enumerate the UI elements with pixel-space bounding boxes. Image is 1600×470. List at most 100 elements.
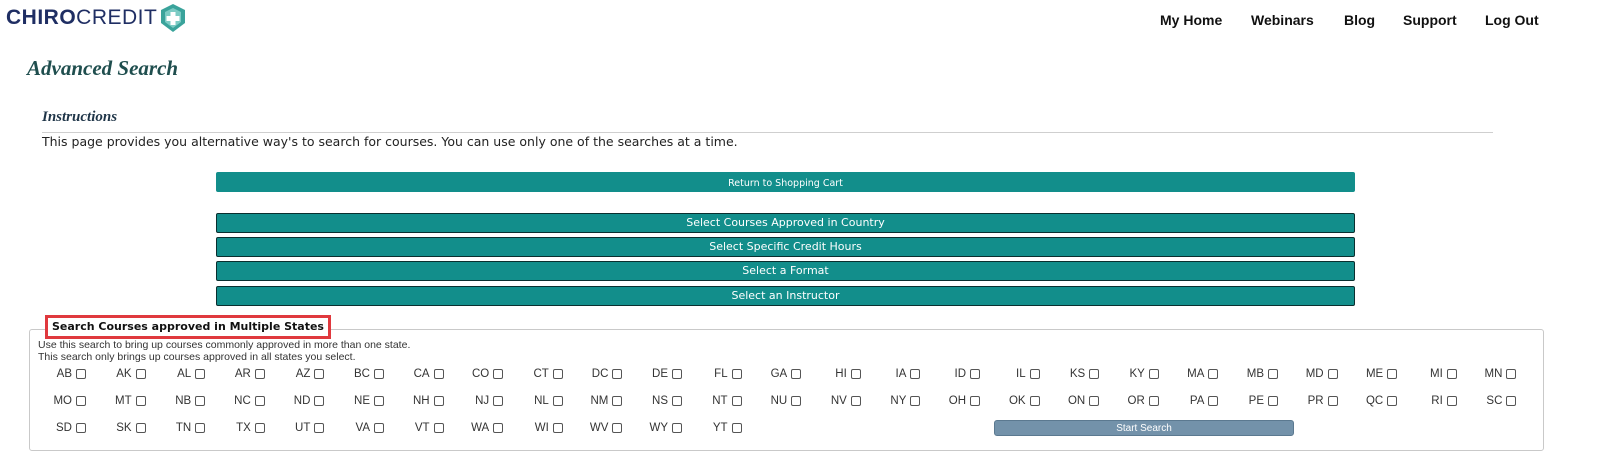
state-option-sk[interactable]: SK <box>96 421 146 435</box>
state-checkbox[interactable] <box>1029 369 1040 379</box>
state-option-nl[interactable]: NL <box>513 394 563 408</box>
state-option-ny[interactable]: NY <box>870 394 921 408</box>
state-checkbox[interactable] <box>552 396 563 406</box>
state-checkbox[interactable] <box>374 369 384 379</box>
state-option-me[interactable]: ME <box>1347 367 1398 381</box>
instructor-button[interactable]: Select an Instructor <box>216 286 1355 306</box>
state-option-ut[interactable]: UT <box>274 421 325 435</box>
state-checkbox[interactable] <box>731 423 742 433</box>
state-option-mb[interactable]: MB <box>1228 367 1278 381</box>
state-checkbox[interactable] <box>612 369 623 379</box>
state-option-id[interactable]: ID <box>930 367 980 381</box>
state-option-sd[interactable]: SD <box>36 421 86 435</box>
state-option-on[interactable]: ON <box>1049 394 1100 408</box>
state-checkbox[interactable] <box>195 369 206 379</box>
state-checkbox[interactable] <box>493 423 504 433</box>
state-option-or[interactable]: OR <box>1109 394 1159 408</box>
state-checkbox[interactable] <box>135 396 146 406</box>
state-checkbox[interactable] <box>1089 396 1100 406</box>
state-checkbox[interactable] <box>731 396 742 406</box>
state-option-mt[interactable]: MT <box>96 394 146 408</box>
state-option-oh[interactable]: OH <box>930 394 980 408</box>
state-option-nh[interactable]: NH <box>394 394 444 408</box>
state-option-hi[interactable]: HI <box>811 367 861 381</box>
country-approved-button[interactable]: Select Courses Approved in Country <box>216 213 1355 233</box>
state-option-co[interactable]: CO <box>453 367 504 381</box>
state-checkbox[interactable] <box>850 396 861 406</box>
state-checkbox[interactable] <box>791 396 802 406</box>
state-checkbox[interactable] <box>433 396 444 406</box>
state-option-ok[interactable]: OK <box>990 394 1040 408</box>
state-checkbox[interactable] <box>970 369 980 379</box>
state-option-ak[interactable]: AK <box>96 367 146 381</box>
state-checkbox[interactable] <box>76 396 86 406</box>
state-option-sc[interactable]: SC <box>1466 394 1517 408</box>
state-option-nc[interactable]: NC <box>215 394 265 408</box>
state-option-ab[interactable]: AB <box>36 367 86 381</box>
state-checkbox[interactable] <box>910 369 921 379</box>
state-checkbox[interactable] <box>1148 369 1159 379</box>
state-option-nm[interactable]: NM <box>572 394 623 408</box>
state-option-mo[interactable]: MO <box>36 394 86 408</box>
state-checkbox[interactable] <box>1506 369 1517 379</box>
state-option-az[interactable]: AZ <box>274 367 325 381</box>
credit-hours-button[interactable]: Select Specific Credit Hours <box>216 237 1355 257</box>
state-checkbox[interactable] <box>254 396 265 406</box>
nav-webinars[interactable]: Webinars <box>1251 12 1314 28</box>
state-checkbox[interactable] <box>672 396 682 406</box>
state-checkbox[interactable] <box>970 396 980 406</box>
state-option-fl[interactable]: FL <box>692 367 742 381</box>
state-option-wi[interactable]: WI <box>513 421 563 435</box>
state-checkbox[interactable] <box>135 369 146 379</box>
state-checkbox[interactable] <box>254 369 265 379</box>
nav-log-out[interactable]: Log Out <box>1485 12 1539 28</box>
state-checkbox[interactable] <box>1506 396 1517 406</box>
state-option-ar[interactable]: AR <box>215 367 265 381</box>
state-option-nt[interactable]: NT <box>692 394 742 408</box>
state-checkbox[interactable] <box>612 423 623 433</box>
state-checkbox[interactable] <box>493 369 504 379</box>
state-checkbox[interactable] <box>1208 369 1219 379</box>
state-option-qc[interactable]: QC <box>1347 394 1398 408</box>
state-checkbox[interactable] <box>1268 396 1278 406</box>
state-option-vt[interactable]: VT <box>394 421 444 435</box>
state-checkbox[interactable] <box>1208 396 1219 406</box>
nav-blog[interactable]: Blog <box>1344 12 1375 28</box>
state-checkbox[interactable] <box>672 369 682 379</box>
state-option-pa[interactable]: PA <box>1168 394 1219 408</box>
state-option-ks[interactable]: KS <box>1049 367 1100 381</box>
state-checkbox[interactable] <box>1148 396 1159 406</box>
state-checkbox[interactable] <box>76 369 86 379</box>
state-checkbox[interactable] <box>314 396 325 406</box>
state-checkbox[interactable] <box>1387 369 1398 379</box>
state-checkbox[interactable] <box>314 423 325 433</box>
state-option-dc[interactable]: DC <box>572 367 623 381</box>
state-checkbox[interactable] <box>731 369 742 379</box>
state-checkbox[interactable] <box>1029 396 1040 406</box>
state-option-al[interactable]: AL <box>155 367 206 381</box>
state-option-ct[interactable]: CT <box>513 367 563 381</box>
state-option-ri[interactable]: RI <box>1407 394 1457 408</box>
state-checkbox[interactable] <box>1327 396 1338 406</box>
state-checkbox[interactable] <box>1446 369 1457 379</box>
state-option-nv[interactable]: NV <box>811 394 861 408</box>
state-option-bc[interactable]: BC <box>334 367 384 381</box>
state-option-ca[interactable]: CA <box>394 367 444 381</box>
state-option-ia[interactable]: IA <box>870 367 921 381</box>
format-button[interactable]: Select a Format <box>216 261 1355 281</box>
state-option-nj[interactable]: NJ <box>453 394 504 408</box>
start-search-button[interactable]: Start Search <box>994 420 1294 436</box>
state-option-pe[interactable]: PE <box>1228 394 1278 408</box>
state-checkbox[interactable] <box>552 369 563 379</box>
state-checkbox[interactable] <box>791 369 802 379</box>
state-checkbox[interactable] <box>433 423 444 433</box>
state-checkbox[interactable] <box>374 423 384 433</box>
state-option-tx[interactable]: TX <box>215 421 265 435</box>
state-checkbox[interactable] <box>493 396 504 406</box>
state-option-mn[interactable]: MN <box>1466 367 1517 381</box>
state-option-wa[interactable]: WA <box>453 421 504 435</box>
return-to-cart-button[interactable]: Return to Shopping Cart <box>216 172 1355 192</box>
state-checkbox[interactable] <box>1327 369 1338 379</box>
state-checkbox[interactable] <box>135 423 146 433</box>
state-checkbox[interactable] <box>433 369 444 379</box>
